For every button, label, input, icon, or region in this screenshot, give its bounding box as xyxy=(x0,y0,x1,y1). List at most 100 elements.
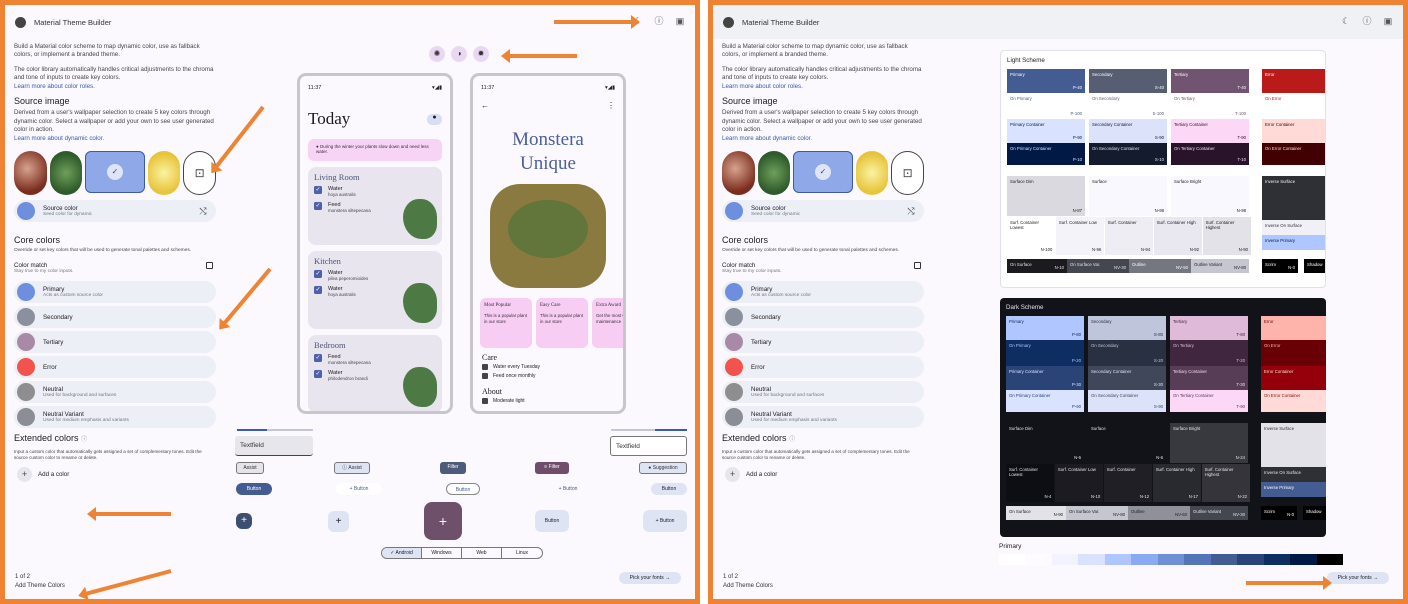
scheme-tile-on-tertiary[interactable]: On Tertiary T-20 xyxy=(1170,340,1248,366)
scheme-tile-inverse-primary[interactable]: Inverse PrimaryP-40 xyxy=(1261,482,1326,497)
scheme-tile-on-secondary[interactable]: On Secondary S-100 xyxy=(1089,93,1167,119)
scheme-tile-inverse-surface[interactable]: Inverse SurfaceN-20 xyxy=(1262,176,1325,220)
scheme-tile-scrim[interactable]: Scrim N-0 xyxy=(1262,259,1298,273)
palette-tone-5[interactable] xyxy=(1131,554,1158,565)
color-swatch[interactable] xyxy=(725,308,743,327)
back-arrow-icon[interactable]: ← xyxy=(481,101,489,110)
scheme-tile-primary[interactable]: Primary P-40 xyxy=(1007,69,1085,93)
core-color-tertiary[interactable]: Tertiary xyxy=(14,331,216,354)
scheme-tile-inverse-surface[interactable]: Inverse SurfaceN-90 xyxy=(1261,423,1326,467)
assist-chip-1[interactable]: Assist xyxy=(236,462,264,474)
scheme-tile-on-primary-container[interactable]: On Primary Container P-10 xyxy=(1007,143,1085,165)
scheme-tile-on-error-container[interactable]: On Error ContainerE-10 xyxy=(1262,143,1325,165)
scheme-tile-on-tertiary[interactable]: On Tertiary T-100 xyxy=(1171,93,1249,119)
scheme-tile-on-secondary[interactable]: On Secondary S-20 xyxy=(1088,340,1166,366)
color-swatch[interactable] xyxy=(725,358,743,377)
add-color-button[interactable]: + Add a color xyxy=(722,466,924,482)
color-swatch[interactable] xyxy=(17,408,35,427)
color-swatch[interactable] xyxy=(17,383,35,402)
scheme-tile-tertiary[interactable]: Tertiary T-40 xyxy=(1171,69,1249,93)
scheme-tile-error-container[interactable]: Error ContainerE-30 xyxy=(1261,366,1326,390)
scheme-tile-error-container[interactable]: Error ContainerE-90 xyxy=(1262,119,1325,143)
learn-dynamic-link[interactable]: Learn more about dynamic color. xyxy=(722,135,812,142)
scheme-tile-primary-container[interactable]: Primary Container P-90 xyxy=(1007,119,1085,143)
checkbox-checked-icon[interactable]: ✓ xyxy=(314,286,322,294)
shuffle-icon[interactable]: ⤭ xyxy=(906,206,916,216)
task-item[interactable]: ✓ Water hoya australis xyxy=(314,186,436,197)
scheme-tile-surface[interactable]: Surface N-98 xyxy=(1089,176,1167,216)
scheme-tile-surface-dim[interactable]: Surface Dim N-6 xyxy=(1006,423,1084,463)
scheme-tile-on-tertiary-container[interactable]: On Tertiary Container T-90 xyxy=(1170,390,1248,412)
scheme-tile-error[interactable]: ErrorE-80 xyxy=(1261,316,1326,340)
scheme-tile-surf-container-high[interactable]: Surf. Container High N-92 xyxy=(1153,217,1203,255)
scheme-tile-on-tertiary-container[interactable]: On Tertiary Container T-10 xyxy=(1171,143,1249,165)
scheme-tile-on-error[interactable]: On ErrorE-100 xyxy=(1262,93,1325,119)
scheme-tile-surf-container-high[interactable]: Surf. Container High N-17 xyxy=(1152,464,1202,502)
wallpaper-3-selected[interactable]: ✓ xyxy=(793,151,853,194)
scheme-tile-outline-variant[interactable]: Outline Variant NV-80 xyxy=(1191,259,1249,273)
core-color-neutral-variant[interactable]: Neutral Variant Used for medium emphasis … xyxy=(14,406,216,429)
scheme-tile-on-primary[interactable]: On Primary P-20 xyxy=(1006,340,1084,366)
large-fab[interactable]: + xyxy=(424,502,462,540)
scheme-tile-on-secondary-container[interactable]: On Secondary Container S-10 xyxy=(1089,143,1167,165)
palette-tone-10[interactable] xyxy=(1263,554,1291,565)
library-icon[interactable]: ▣ xyxy=(675,16,685,26)
scheme-tile-surf-container-low[interactable]: Surf. Container Low N-96 xyxy=(1055,217,1105,255)
wallpaper-4[interactable] xyxy=(855,151,889,196)
learn-color-roles-link[interactable]: Learn more about color roles. xyxy=(722,83,803,90)
core-color-error[interactable]: Error xyxy=(14,356,216,379)
scheme-tile-inverse-on-surface[interactable]: Inverse On SurfaceN-20 xyxy=(1261,467,1326,482)
core-color-error[interactable]: Error xyxy=(722,356,924,379)
assist-chip-2[interactable]: ⓘ Assist xyxy=(334,462,370,474)
tonal-button[interactable]: Button xyxy=(651,483,687,495)
color-match-checkbox[interactable] xyxy=(206,262,213,270)
scheme-tile-secondary[interactable]: Secondary S-40 xyxy=(1089,69,1167,93)
wallpaper-1[interactable] xyxy=(14,151,47,196)
text-button-2[interactable]: + Button xyxy=(550,483,586,495)
core-color-neutral-variant[interactable]: Neutral Variant Used for medium emphasis … xyxy=(722,406,924,429)
color-match-checkbox[interactable] xyxy=(914,262,921,270)
small-fab[interactable]: + xyxy=(236,513,252,529)
core-color-secondary[interactable]: Secondary xyxy=(14,306,216,329)
filter-chip-1[interactable]: Filter xyxy=(440,462,466,474)
scheme-tile-outline[interactable]: Outline NV-60 xyxy=(1128,506,1190,520)
palette-tone-7[interactable] xyxy=(1184,554,1211,565)
wallpaper-1[interactable] xyxy=(722,151,755,196)
scheme-tile-surf-container-lowest[interactable]: Surf. Container Lowest N-100 xyxy=(1007,217,1056,255)
scheme-tile-on-secondary-container[interactable]: On Secondary Container S-90 xyxy=(1088,390,1166,412)
scheme-tile-surface-bright[interactable]: Surface Bright N-98 xyxy=(1171,176,1249,216)
scheme-tile-surf-container[interactable]: Surf. Container N-12 xyxy=(1103,464,1153,502)
scheme-tile-primary-container[interactable]: Primary Container P-30 xyxy=(1006,366,1084,390)
scheme-tile-inverse-on-surface[interactable]: Inverse On SurfaceN-95 xyxy=(1262,220,1325,235)
scheme-tile-on-error[interactable]: On ErrorE-20 xyxy=(1261,340,1326,366)
scheme-tile-tertiary-container[interactable]: Tertiary Container T-90 xyxy=(1171,119,1249,143)
core-color-primary[interactable]: Primary Acts as custom source color xyxy=(722,281,924,304)
palette-tone-0[interactable] xyxy=(999,554,1026,565)
palette-tone-12[interactable] xyxy=(1316,554,1344,565)
scheme-tile-inverse-primary[interactable]: Inverse PrimaryP-80 xyxy=(1262,235,1325,250)
scheme-tile-on-primary[interactable]: On Primary P-100 xyxy=(1007,93,1085,119)
color-mode-icon[interactable]: ✹ xyxy=(473,46,489,62)
learn-color-roles-link[interactable]: Learn more about color roles. xyxy=(14,83,95,90)
color-swatch[interactable] xyxy=(725,383,743,402)
scheme-tile-scrim[interactable]: Scrim N-0 xyxy=(1261,506,1297,520)
outlined-button[interactable]: Button xyxy=(446,483,480,495)
account-icon[interactable]: ● xyxy=(427,114,442,125)
scheme-tile-primary[interactable]: Primary P-80 xyxy=(1006,316,1084,340)
segment-windows[interactable]: Windows xyxy=(422,548,462,558)
info-card[interactable]: Most Popular This is a popular plant in o… xyxy=(480,298,532,348)
color-swatch[interactable] xyxy=(725,283,743,302)
palette-tone-4[interactable] xyxy=(1104,554,1132,565)
scheme-tile-on-error-container[interactable]: On Error ContainerE-90 xyxy=(1261,390,1326,412)
scheme-tile-shadow[interactable]: ShadowN-0 xyxy=(1303,506,1326,520)
scheme-tile-outline[interactable]: Outline NV-50 xyxy=(1129,259,1191,273)
light-mode-icon[interactable]: ✺ xyxy=(429,46,445,62)
shuffle-icon[interactable]: ⤭ xyxy=(198,206,208,216)
palette-tone-6[interactable] xyxy=(1157,554,1185,565)
pick-fonts-button[interactable]: Pick your fonts → xyxy=(619,572,681,584)
palette-tone-11[interactable] xyxy=(1290,554,1317,565)
scheme-tile-on-surface-var-[interactable]: On Surface Var. NV-30 xyxy=(1067,259,1129,273)
scheme-tile-surface-dim[interactable]: Surface Dim N-87 xyxy=(1007,176,1085,216)
textfield-filled[interactable]: Textfield xyxy=(235,436,313,456)
learn-dynamic-link[interactable]: Learn more about dynamic color. xyxy=(14,135,104,142)
